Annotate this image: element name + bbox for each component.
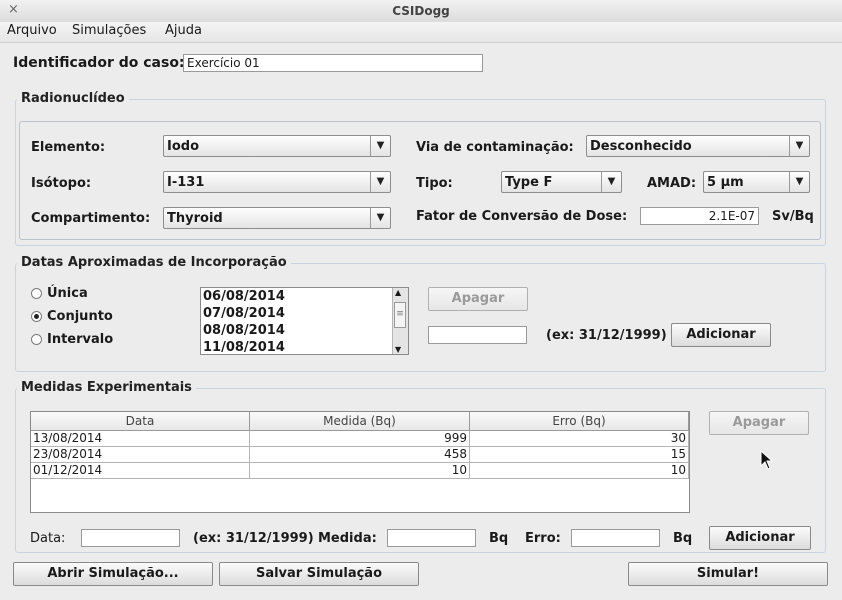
mouse-cursor-icon — [760, 450, 774, 470]
type-label: Tipo: — [416, 176, 453, 191]
amad-label: AMAD: — [647, 176, 697, 191]
type-select[interactable]: Type F ▼ — [501, 171, 622, 193]
radio-single-label[interactable]: Única — [47, 286, 88, 301]
menu-simulacoes[interactable]: Simulações — [72, 23, 146, 38]
dates-add-button[interactable]: Adicionar — [671, 323, 771, 347]
type-value: Type F — [505, 175, 553, 190]
measure-error-unit: Bq — [673, 531, 693, 546]
route-value: Desconhecido — [590, 139, 692, 154]
chevron-down-icon: ▼ — [789, 136, 809, 156]
table-cell[interactable]: 10 — [250, 463, 470, 479]
radio-set-label[interactable]: Conjunto — [47, 309, 113, 324]
isotope-label: Isótopo: — [31, 176, 92, 191]
save-simulation-button[interactable]: Salvar Simulação — [219, 562, 419, 586]
dcf-field[interactable]: 2.1E-07 — [640, 207, 759, 225]
menu-bar: Arquivo Simulações Ajuda — [0, 22, 842, 43]
measurements-title: Medidas Experimentais — [17, 380, 196, 395]
simulate-button[interactable]: Simular! — [628, 562, 828, 586]
chevron-down-icon: ▼ — [370, 208, 390, 228]
measure-value-input[interactable] — [387, 529, 476, 547]
table-cell[interactable]: 13/08/2014 — [31, 431, 250, 447]
title-bar: × CSIDogg — [0, 0, 842, 23]
dates-list[interactable]: 06/08/2014 07/08/2014 08/08/2014 11/08/2… — [200, 287, 409, 355]
measure-date-input[interactable] — [81, 529, 180, 547]
dates-group — [15, 263, 826, 372]
amad-select[interactable]: 5 µm ▼ — [703, 171, 810, 193]
dates-input[interactable] — [428, 326, 527, 344]
menu-ajuda[interactable]: Ajuda — [165, 23, 202, 38]
element-select[interactable]: Iodo ▼ — [163, 135, 391, 157]
isotope-select[interactable]: I-131 ▼ — [163, 171, 391, 193]
table-cell[interactable]: 23/08/2014 — [31, 447, 250, 463]
chevron-down-icon: ▼ — [370, 172, 390, 192]
measurements-table[interactable]: Data Medida (Bq) Erro (Bq) 13/08/2014 99… — [30, 411, 690, 513]
radio-interval-label[interactable]: Intervalo — [47, 332, 113, 347]
route-label: Via de contaminação: — [416, 140, 574, 155]
scroll-down-icon[interactable]: ▼ — [395, 345, 401, 354]
column-header-measure[interactable]: Medida (Bq) — [250, 412, 470, 431]
list-item[interactable]: 07/08/2014 — [203, 306, 285, 321]
dates-hint: (ex: 31/12/1999) — [546, 328, 667, 343]
list-item[interactable]: 08/08/2014 — [203, 323, 285, 338]
element-value: Iodo — [167, 139, 200, 154]
radio-single[interactable] — [31, 288, 42, 299]
table-cell[interactable]: 10 — [470, 463, 689, 479]
measure-date-hint: (ex: 31/12/1999) — [193, 531, 314, 546]
column-header-error[interactable]: Erro (Bq) — [470, 412, 689, 431]
measure-error-label: Erro: — [525, 531, 561, 546]
window-title: CSIDogg — [392, 4, 450, 18]
compartment-value: Thyroid — [167, 211, 223, 226]
case-id-label: Identificador do caso: — [13, 55, 185, 71]
scroll-thumb[interactable]: ≡ — [394, 302, 406, 328]
dcf-unit: Sv/Bq — [772, 209, 814, 224]
measure-value-label: Medida: — [318, 531, 377, 546]
compartment-label: Compartimento: — [31, 211, 151, 226]
radionuclide-title: Radionuclídeo — [17, 91, 129, 106]
table-cell[interactable]: 30 — [470, 431, 689, 447]
measurements-add-button[interactable]: Adicionar — [709, 526, 811, 550]
radio-interval[interactable] — [31, 334, 42, 345]
list-item[interactable]: 06/08/2014 — [203, 289, 285, 304]
chevron-down-icon: ▼ — [601, 172, 621, 192]
column-header-date[interactable]: Data — [31, 412, 250, 431]
measure-date-label: Data: — [30, 531, 66, 546]
dates-scrollbar[interactable]: ▲ ≡ ▼ — [392, 288, 408, 354]
table-cell[interactable]: 458 — [250, 447, 470, 463]
table-cell[interactable]: 999 — [250, 431, 470, 447]
open-simulation-button[interactable]: Abrir Simulação... — [13, 562, 213, 586]
measure-error-input[interactable] — [571, 529, 660, 547]
measurements-delete-button[interactable]: Apagar — [709, 411, 809, 435]
element-label: Elemento: — [31, 140, 106, 155]
scroll-up-icon[interactable]: ▲ — [395, 288, 401, 297]
chevron-down-icon: ▼ — [789, 172, 809, 192]
menu-arquivo[interactable]: Arquivo — [7, 23, 57, 38]
table-cell[interactable]: 15 — [470, 447, 689, 463]
measure-value-unit: Bq — [489, 531, 509, 546]
amad-value: 5 µm — [707, 175, 744, 190]
isotope-value: I-131 — [167, 175, 205, 190]
compartment-select[interactable]: Thyroid ▼ — [163, 207, 391, 229]
case-id-field[interactable]: Exercício 01 — [183, 54, 483, 72]
dates-title: Datas Aproximadas de Incorporação — [17, 255, 291, 270]
dates-delete-button[interactable]: Apagar — [428, 287, 528, 311]
dcf-label: Fator de Conversão de Dose: — [416, 209, 628, 224]
table-cell[interactable]: 01/12/2014 — [31, 463, 250, 479]
list-item[interactable]: 11/08/2014 — [203, 340, 285, 355]
route-select[interactable]: Desconhecido ▼ — [586, 135, 810, 157]
radio-set[interactable] — [31, 311, 42, 322]
chevron-down-icon: ▼ — [370, 136, 390, 156]
